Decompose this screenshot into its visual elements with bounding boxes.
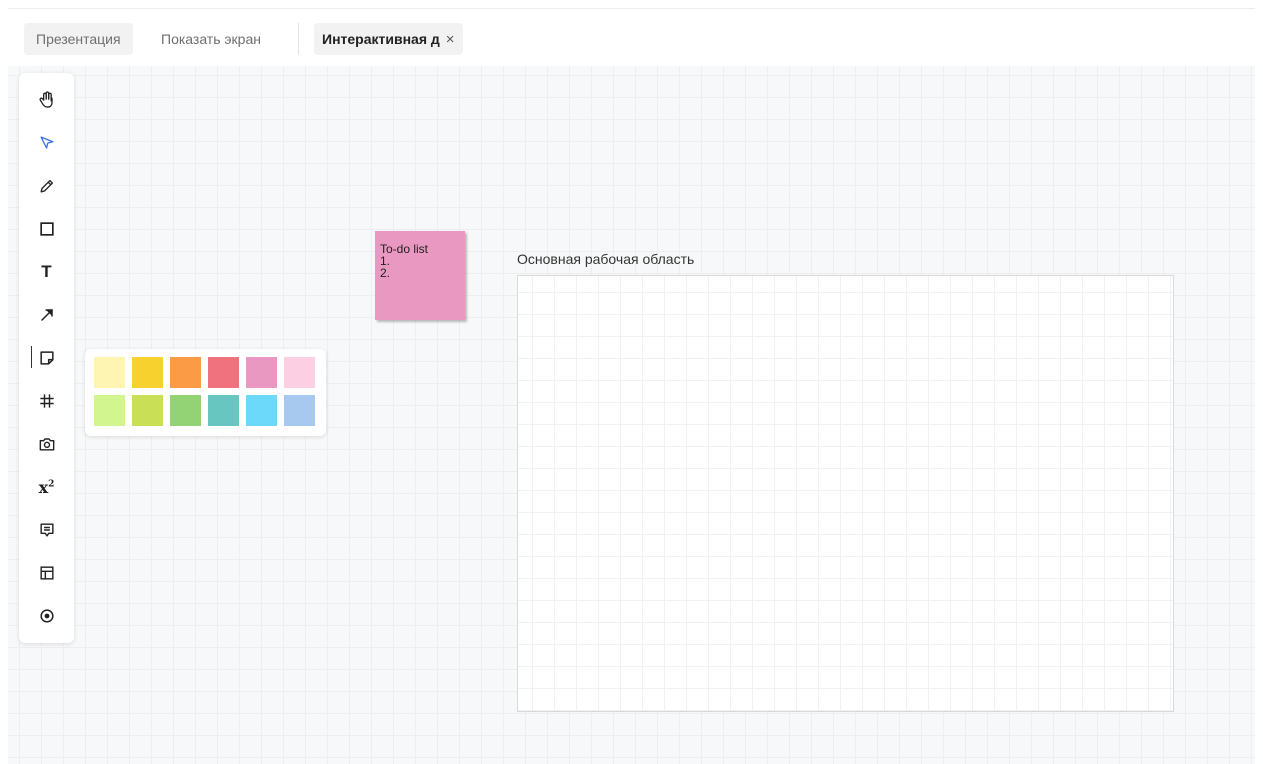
sticky-note-tool-button[interactable] xyxy=(19,338,74,378)
workarea-label: Основная рабочая область xyxy=(517,251,695,267)
camera-tool-button[interactable] xyxy=(19,424,74,464)
tool-panel: T x2 xyxy=(19,73,74,643)
tab-interactive-board-label: Интерактивная д xyxy=(322,31,440,47)
hand-tool-button[interactable] xyxy=(19,80,74,120)
frame-tool-button[interactable] xyxy=(19,381,74,421)
comment-tool-button[interactable] xyxy=(19,510,74,550)
text-icon: T xyxy=(41,262,52,281)
rectangle-icon xyxy=(39,222,54,236)
color-swatch[interactable] xyxy=(246,357,277,388)
color-swatch[interactable] xyxy=(246,395,277,426)
tab-presentation[interactable]: Презентация xyxy=(24,23,133,55)
select-tool-button[interactable] xyxy=(19,123,74,163)
formula-icon: x2 xyxy=(39,478,55,497)
main-workarea-frame[interactable] xyxy=(517,275,1174,712)
grid-icon xyxy=(39,394,54,408)
sticky-note-line: 1. xyxy=(380,254,391,268)
sticky-note-line: 2. xyxy=(380,266,391,280)
template-tool-button[interactable] xyxy=(19,553,74,593)
color-swatch[interactable] xyxy=(284,357,315,388)
sticky-note-icon xyxy=(39,351,54,365)
sticky-note[interactable]: To-do list 1. 2. xyxy=(375,231,465,320)
color-swatch[interactable] xyxy=(132,395,163,426)
camera-icon xyxy=(39,438,54,451)
tab-separator xyxy=(298,23,299,55)
top-strip xyxy=(0,0,1263,8)
tab-bar: Презентация Показать экран Интерактивная… xyxy=(8,9,1255,66)
color-swatch[interactable] xyxy=(208,395,239,426)
pencil-tool-button[interactable] xyxy=(19,166,74,206)
sticky-color-palette xyxy=(85,349,326,436)
template-icon xyxy=(39,566,54,580)
pencil-icon xyxy=(40,179,53,193)
color-swatch[interactable] xyxy=(170,357,201,388)
formula-tool-button[interactable]: x2 xyxy=(19,467,74,507)
formula-base: x xyxy=(38,477,49,497)
select-icon xyxy=(40,136,53,149)
tab-share-screen[interactable]: Показать экран xyxy=(149,23,273,55)
comment-icon xyxy=(39,523,54,537)
record-tool-button[interactable] xyxy=(19,596,74,636)
record-icon xyxy=(39,609,54,623)
close-icon[interactable]: × xyxy=(446,24,455,56)
color-swatch[interactable] xyxy=(284,395,315,426)
hand-icon xyxy=(38,91,53,108)
color-swatch[interactable] xyxy=(132,357,163,388)
arrow-tool-button[interactable] xyxy=(19,295,74,335)
color-swatch[interactable] xyxy=(208,357,239,388)
color-swatch[interactable] xyxy=(94,395,125,426)
color-swatch[interactable] xyxy=(94,357,125,388)
formula-sup: 2 xyxy=(48,479,55,490)
sticky-note-line: To-do list xyxy=(380,242,429,256)
rectangle-tool-button[interactable] xyxy=(19,209,74,249)
arrow-icon xyxy=(40,309,53,321)
text-tool-button[interactable]: T xyxy=(19,252,74,292)
tab-interactive-board[interactable]: Интерактивная д × xyxy=(314,23,463,55)
color-swatch[interactable] xyxy=(170,395,201,426)
